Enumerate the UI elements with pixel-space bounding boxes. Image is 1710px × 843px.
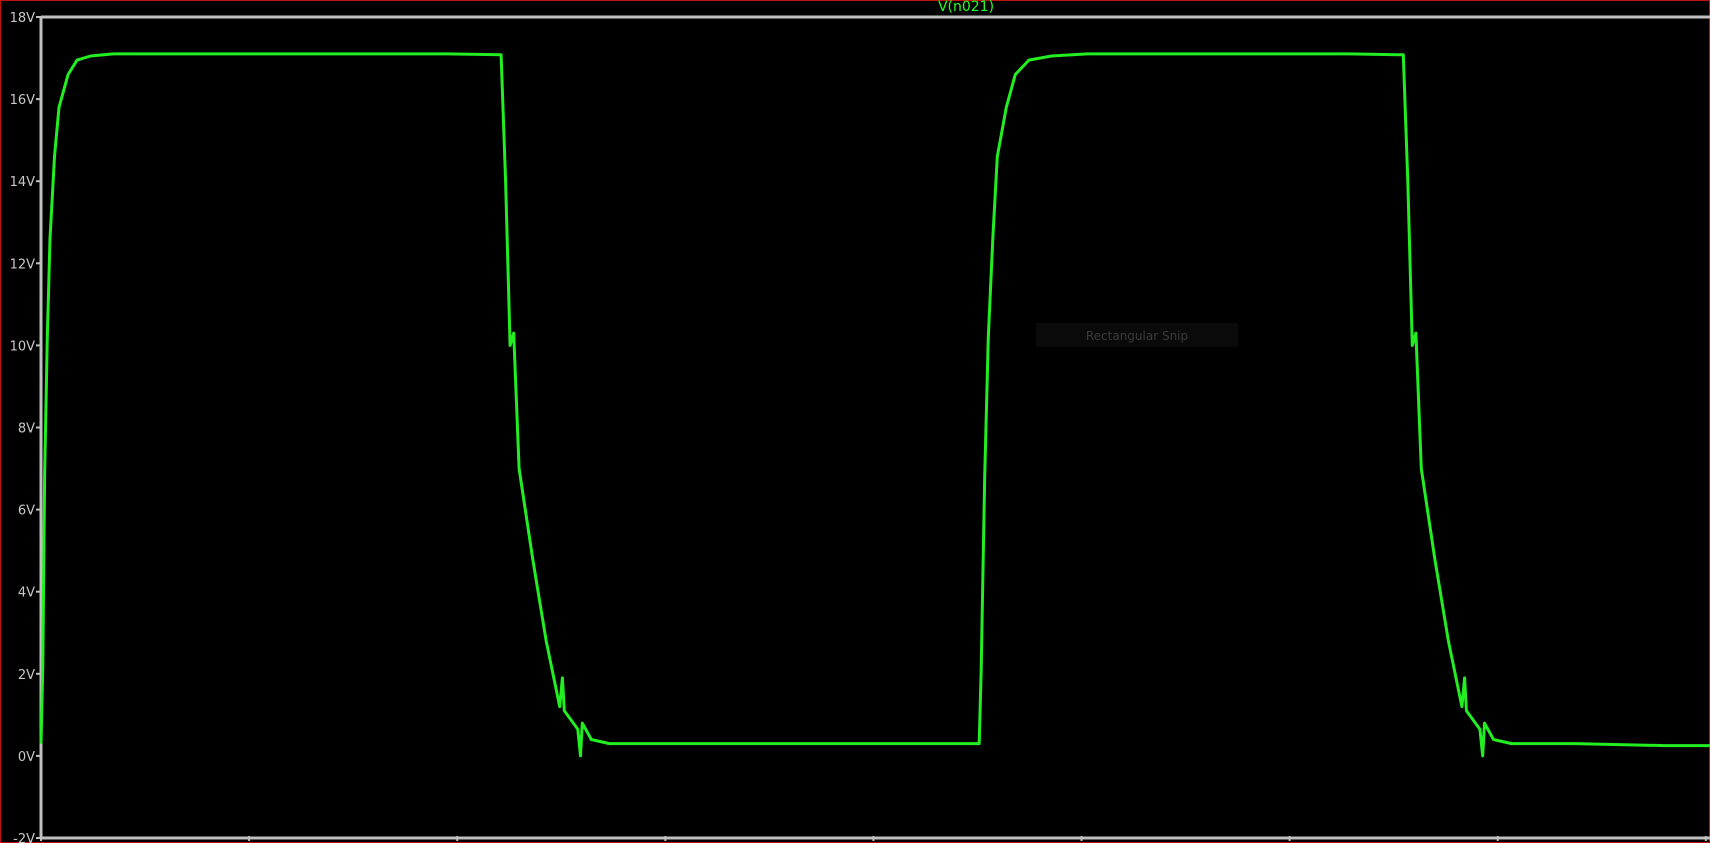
- y-tick-label: -2V: [13, 832, 35, 843]
- trace-line: [39, 52, 1710, 758]
- y-tick-label: 12V: [10, 257, 36, 272]
- axes: [39, 15, 1710, 840]
- y-tick-label: 4V: [18, 586, 35, 601]
- traces: [39, 52, 1710, 758]
- y-tick-label: 6V: [18, 504, 35, 519]
- y-tick-label: 8V: [18, 422, 35, 437]
- y-tick-label: 18V: [10, 11, 36, 26]
- waveform-plot[interactable]: V(n021) -2V 0V 2V 4V 6V 8V 10V 12V 14V 16V 18V Rec…: [0, 0, 1710, 843]
- y-tick-label: 14V: [10, 175, 36, 190]
- trace-title[interactable]: V(n021): [938, 0, 994, 15]
- y-tick-label: 2V: [18, 668, 35, 683]
- y-tick-label: 10V: [10, 339, 36, 354]
- snip-toast-text: Rectangular Snip: [1086, 329, 1188, 343]
- y-tick-label: 0V: [18, 750, 35, 765]
- snip-toast: Rectangular Snip: [1036, 323, 1238, 347]
- y-tick-label: 16V: [10, 93, 36, 108]
- y-axis-ticks: -2V 0V 2V 4V 6V 8V 10V 12V 14V 16V 18V: [10, 11, 41, 843]
